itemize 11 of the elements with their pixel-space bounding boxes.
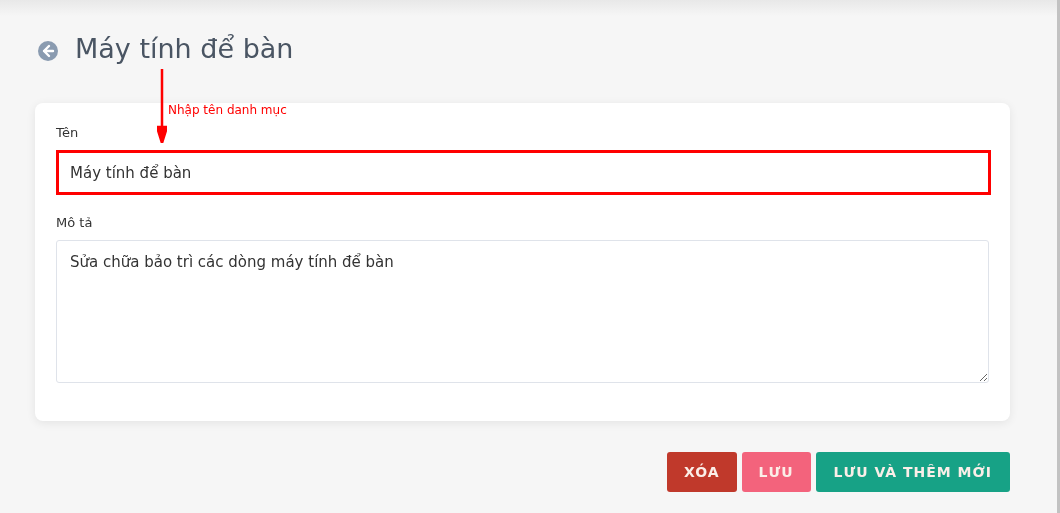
- action-button[interactable]: XÓA: [666, 452, 737, 492]
- scrollbar[interactable]: [1057, 0, 1060, 513]
- action-button[interactable]: LƯU: [741, 452, 811, 492]
- name-input[interactable]: Máy tính để bàn: [56, 150, 991, 195]
- description-textarea[interactable]: Sửa chữa bảo trì các dòng máy tính để bàn: [56, 240, 989, 383]
- field-label: Mô tả: [56, 215, 94, 230]
- page-title: Máy tính để bàn: [75, 32, 294, 64]
- action-button[interactable]: LƯU VÀ THÊM MỚI: [815, 452, 1010, 492]
- annotation-text: Nhập tên danh mục: [168, 103, 287, 117]
- field-label: Tên: [56, 125, 80, 140]
- back-icon[interactable]: [38, 41, 58, 61]
